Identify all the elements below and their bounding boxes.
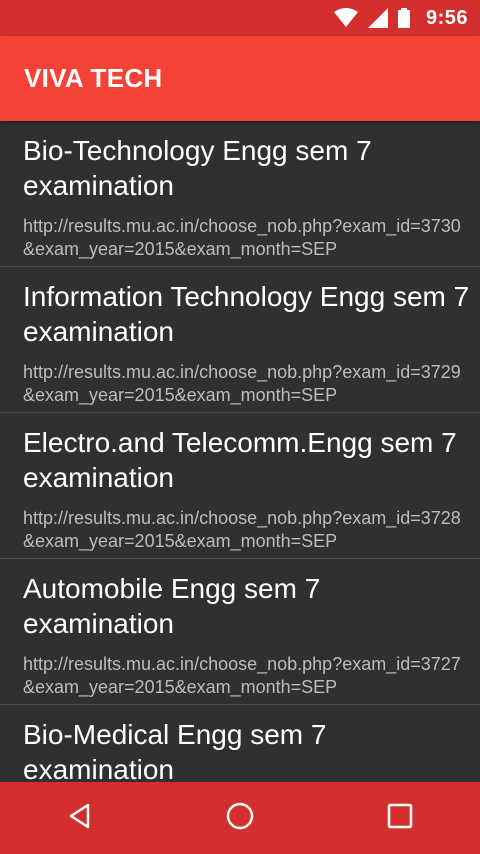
list-item-title: Bio-Technology Engg sem 7 examination [23,135,372,201]
list-item[interactable]: Information Technology Engg sem 7 examin… [0,267,480,413]
status-bar: 9:56 [0,0,480,36]
recents-icon [387,803,413,834]
recents-button[interactable] [360,782,440,854]
signal-icon [367,8,388,28]
app-title: VIVA TECH [24,63,163,93]
list-item-title: Bio-Medical Engg sem 7 examination [23,719,327,782]
list-item[interactable]: Automobile Engg sem 7 examination http:/… [0,559,480,705]
battery-icon [397,8,410,28]
list-item[interactable]: Bio-Medical Engg sem 7 examination [0,705,480,782]
list-item-title: Automobile Engg sem 7 examination [23,573,321,639]
list-item[interactable]: Electro.and Telecomm.Engg sem 7 examinat… [0,413,480,559]
status-time: 9:56 [425,6,468,29]
back-icon [66,802,94,835]
list-item-title: Electro.and Telecomm.Engg sem 7 examinat… [23,427,457,493]
list-item[interactable]: Bio-Technology Engg sem 7 examination ht… [0,121,480,267]
home-icon [225,801,255,836]
home-button[interactable] [200,782,280,854]
list-item-url: http://results.mu.ac.in/choose_nob.php?e… [23,508,461,551]
app-bar: VIVA TECH [0,36,480,121]
list-item-url: http://results.mu.ac.in/choose_nob.php?e… [23,216,461,259]
back-button[interactable] [40,782,120,854]
navigation-bar [0,782,480,854]
exam-list[interactable]: Bio-Technology Engg sem 7 examination ht… [0,121,480,782]
list-item-url: http://results.mu.ac.in/choose_nob.php?e… [23,362,461,405]
list-item-url: http://results.mu.ac.in/choose_nob.php?e… [23,654,461,697]
wifi-icon [333,8,358,28]
list-item-title: Information Technology Engg sem 7 examin… [23,281,470,347]
